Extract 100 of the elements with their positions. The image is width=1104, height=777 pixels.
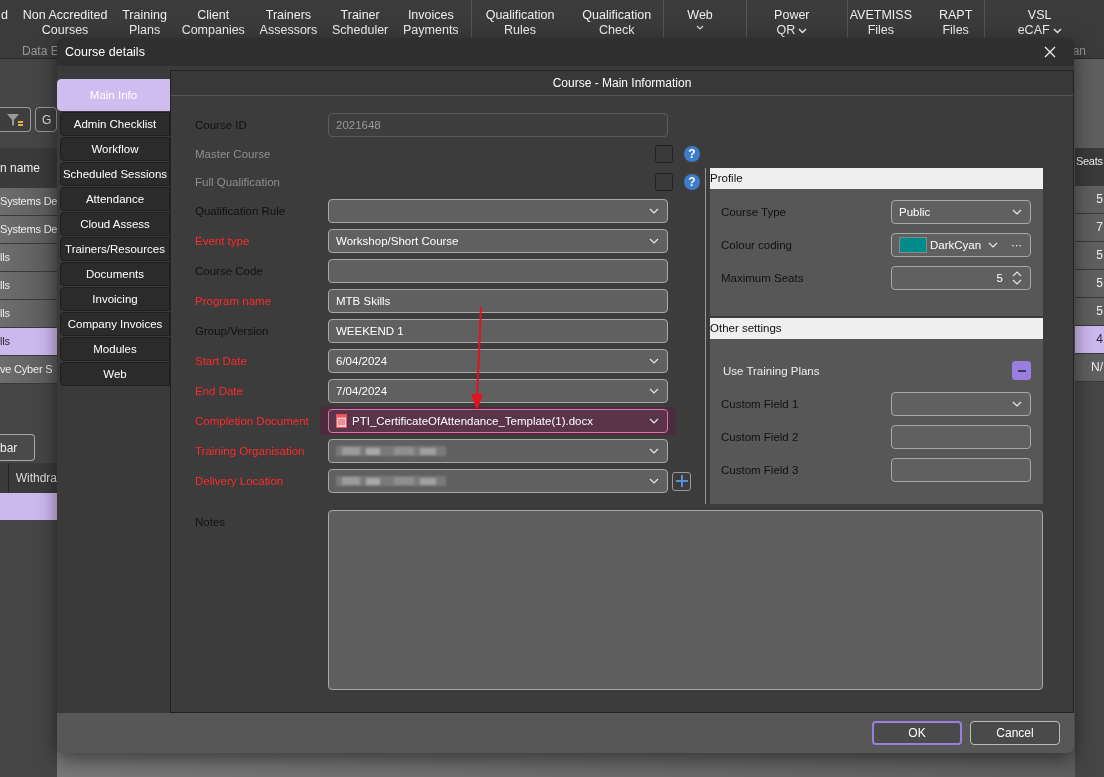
caret-icon: [798, 27, 808, 34]
field-label: Completion Document: [195, 415, 310, 427]
dialog-button[interactable]: OK: [872, 721, 962, 745]
chevron-down-icon: [649, 208, 659, 214]
panel-title: Course - Main Information: [171, 71, 1073, 96]
ribbon-button[interactable]: Training Plans: [120, 0, 169, 42]
tab[interactable]: Modules: [60, 337, 170, 361]
column-header: Seats: [1075, 148, 1104, 186]
chevron-down-icon: [649, 478, 659, 484]
table-cell: lls: [0, 272, 57, 300]
table-cell: 5: [1075, 298, 1104, 326]
ribbon-button[interactable]: Invoices Payments: [401, 0, 461, 42]
section-header: Profile: [710, 168, 1043, 189]
ribbon-button[interactable]: Trainer Scheduler: [330, 0, 391, 42]
field-label: Maximum Seats: [721, 271, 804, 284]
table-cell: 4: [1075, 326, 1104, 354]
dialog-button[interactable]: Cancel: [970, 721, 1060, 745]
table-cell: lls: [0, 300, 57, 328]
column-header: n name: [0, 148, 57, 188]
close-icon[interactable]: [1044, 46, 1056, 58]
tab[interactable]: Admin Checklist: [60, 112, 170, 136]
dropdown[interactable]: Public: [891, 199, 1031, 224]
dropdown[interactable]: [328, 439, 668, 463]
ribbon-button[interactable]: RAPT Files: [936, 0, 975, 42]
input-field[interactable]: [891, 457, 1031, 482]
toolbar-button[interactable]: bar: [0, 434, 35, 461]
add-button[interactable]: [672, 471, 691, 491]
field-label: Program name: [195, 295, 273, 307]
chevron-down-icon: [649, 388, 659, 394]
ribbon-button[interactable]: Non Accredited Courses: [20, 0, 110, 42]
input-field[interactable]: [328, 259, 668, 283]
toolbar-button[interactable]: G: [35, 107, 57, 132]
ribbon-button[interactable]: d: [0, 0, 10, 42]
chevron-down-icon: [649, 418, 659, 424]
ribbon-button[interactable]: Qualification Rules: [483, 0, 557, 42]
field-label: Delivery Location: [195, 475, 285, 487]
chevron-down-icon: [649, 238, 659, 244]
field-label: End Date: [195, 385, 244, 397]
colour-picker[interactable]: DarkCyan ···: [891, 232, 1031, 257]
field-label: Custom Field 2: [721, 430, 799, 443]
chevron-down-icon: [1012, 400, 1022, 407]
ribbon-button[interactable]: Qualification Check: [580, 0, 654, 42]
chevron-down-icon: [1012, 208, 1022, 215]
table-cell: lls: [0, 244, 57, 272]
field-label: Master Course: [195, 148, 272, 160]
tab[interactable]: Attendance: [60, 187, 170, 211]
more-button[interactable]: ···: [1011, 238, 1022, 251]
dropdown[interactable]: [328, 199, 668, 223]
dropdown[interactable]: 7/04/2024: [328, 379, 668, 403]
tab[interactable]: Trainers/Resources: [60, 237, 170, 261]
field-label: Event type: [195, 235, 251, 247]
field-label: Training Organisation: [195, 445, 306, 457]
tab[interactable]: Web: [60, 362, 170, 386]
table-cell: Systems De: [0, 216, 57, 244]
tab[interactable]: Documents: [60, 262, 170, 286]
number-field[interactable]: 5: [891, 265, 1031, 290]
input-field[interactable]: [891, 424, 1031, 449]
caret-icon: [1052, 27, 1062, 34]
ribbon-button[interactable]: Trainers Assessors: [257, 0, 320, 42]
tab[interactable]: Cloud Assess: [60, 212, 170, 236]
filter-icon: [6, 111, 24, 128]
dropdown[interactable]: Workshop/Short Course: [328, 229, 668, 253]
chevron-down-icon: [988, 241, 998, 248]
table-cell: 5: [1075, 242, 1104, 270]
field-label: Custom Field 1: [721, 397, 799, 410]
input-field[interactable]: MTB Skills: [328, 289, 668, 313]
table-cell: 5: [1075, 186, 1104, 214]
dropdown[interactable]: [328, 469, 668, 493]
field-label: Colour coding: [721, 238, 792, 251]
chevron-down-icon: [649, 448, 659, 454]
table-cell: 7: [1075, 214, 1104, 242]
dropdown[interactable]: [891, 391, 1031, 416]
table-cell: N/: [1075, 354, 1104, 382]
tab[interactable]: Workflow: [60, 137, 170, 161]
field-label: Course Type: [721, 205, 786, 218]
caret-icon: [696, 25, 705, 30]
table-cell: ve Cyber S: [0, 356, 57, 384]
ribbon-button[interactable]: AVETMISS Files: [847, 0, 914, 42]
table-row: [0, 493, 57, 520]
tab[interactable]: Invoicing: [60, 287, 170, 311]
notes-field[interactable]: [328, 510, 1043, 690]
table-cell: 5: [1075, 270, 1104, 298]
checkbox[interactable]: [1012, 361, 1031, 380]
column-header: Withdra: [14, 470, 57, 487]
field-label: Start Date: [195, 355, 248, 367]
ribbon-button[interactable]: Client Companies: [179, 0, 247, 42]
tab[interactable]: Scheduled Sessions: [60, 162, 170, 186]
filter-field[interactable]: [0, 107, 31, 132]
tab[interactable]: Company Invoices: [60, 312, 170, 336]
input-field[interactable]: 2021648: [328, 113, 668, 137]
section-header: Other settings: [710, 318, 1043, 339]
table-cell: Systems De: [0, 188, 57, 216]
plus-icon: [674, 474, 689, 488]
dropdown[interactable]: 6/04/2024: [328, 349, 668, 373]
dropdown[interactable]: PTI_CertificateOfAttendance_Template(1).docx: [328, 409, 668, 433]
field-label: Use Training Plans: [722, 364, 820, 377]
chevron-down-icon: [649, 358, 659, 364]
input-field[interactable]: WEEKEND 1: [328, 319, 668, 343]
spinner-icon[interactable]: [1012, 269, 1022, 286]
document-icon: [336, 414, 347, 428]
